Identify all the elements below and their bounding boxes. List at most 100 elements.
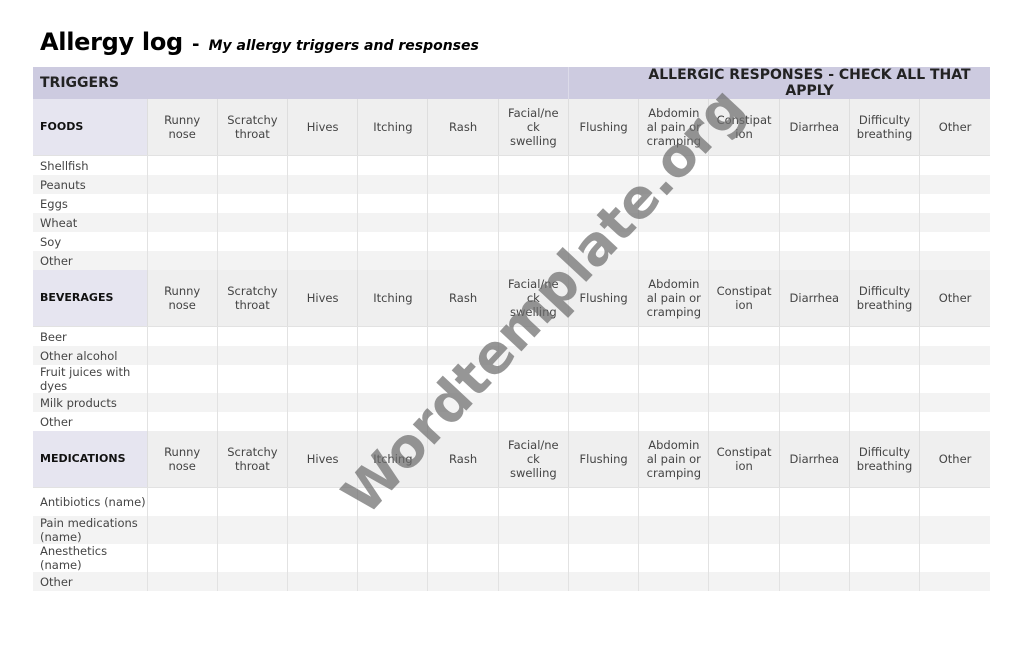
response-checkbox-cell[interactable] [778, 412, 850, 431]
response-checkbox-cell[interactable] [848, 365, 920, 393]
response-checkbox-cell[interactable] [778, 175, 850, 194]
response-checkbox-cell[interactable] [427, 365, 499, 393]
response-checkbox-cell[interactable] [919, 365, 990, 393]
response-checkbox-cell[interactable] [146, 232, 218, 251]
response-checkbox-cell[interactable] [427, 412, 499, 431]
response-checkbox-cell[interactable] [427, 213, 499, 232]
response-checkbox-cell[interactable] [216, 346, 288, 365]
response-checkbox-cell[interactable] [778, 194, 850, 213]
response-checkbox-cell[interactable] [567, 346, 639, 365]
response-checkbox-cell[interactable] [638, 155, 709, 175]
response-checkbox-cell[interactable] [708, 251, 780, 270]
response-checkbox-cell[interactable] [286, 412, 358, 431]
response-checkbox-cell[interactable] [286, 175, 358, 194]
response-checkbox-cell[interactable] [848, 213, 920, 232]
response-checkbox-cell[interactable] [216, 487, 288, 516]
response-checkbox-cell[interactable] [638, 365, 709, 393]
response-checkbox-cell[interactable] [778, 232, 850, 251]
response-checkbox-cell[interactable] [638, 346, 709, 365]
response-checkbox-cell[interactable] [286, 232, 358, 251]
response-checkbox-cell[interactable] [427, 544, 499, 572]
response-checkbox-cell[interactable] [427, 175, 499, 194]
response-checkbox-cell[interactable] [708, 544, 780, 572]
response-checkbox-cell[interactable] [286, 194, 358, 213]
response-checkbox-cell[interactable] [567, 175, 639, 194]
response-checkbox-cell[interactable] [146, 544, 218, 572]
response-checkbox-cell[interactable] [848, 487, 920, 516]
response-checkbox-cell[interactable] [848, 194, 920, 213]
response-checkbox-cell[interactable] [778, 365, 850, 393]
response-checkbox-cell[interactable] [497, 251, 569, 270]
response-checkbox-cell[interactable] [427, 516, 499, 544]
response-checkbox-cell[interactable] [286, 326, 358, 346]
response-checkbox-cell[interactable] [778, 572, 850, 591]
response-checkbox-cell[interactable] [778, 155, 850, 175]
response-checkbox-cell[interactable] [638, 175, 709, 194]
response-checkbox-cell[interactable] [638, 194, 709, 213]
response-checkbox-cell[interactable] [146, 213, 218, 232]
response-checkbox-cell[interactable] [708, 175, 780, 194]
response-checkbox-cell[interactable] [919, 175, 990, 194]
response-checkbox-cell[interactable] [286, 155, 358, 175]
response-checkbox-cell[interactable] [357, 213, 428, 232]
response-checkbox-cell[interactable] [919, 326, 990, 346]
response-checkbox-cell[interactable] [427, 487, 499, 516]
response-checkbox-cell[interactable] [427, 251, 499, 270]
response-checkbox-cell[interactable] [286, 544, 358, 572]
response-checkbox-cell[interactable] [146, 365, 218, 393]
response-checkbox-cell[interactable] [146, 251, 218, 270]
response-checkbox-cell[interactable] [357, 365, 428, 393]
response-checkbox-cell[interactable] [567, 232, 639, 251]
response-checkbox-cell[interactable] [357, 544, 428, 572]
response-checkbox-cell[interactable] [146, 194, 218, 213]
response-checkbox-cell[interactable] [146, 175, 218, 194]
response-checkbox-cell[interactable] [567, 572, 639, 591]
response-checkbox-cell[interactable] [357, 487, 428, 516]
response-checkbox-cell[interactable] [427, 232, 499, 251]
response-checkbox-cell[interactable] [146, 572, 218, 591]
response-checkbox-cell[interactable] [708, 232, 780, 251]
response-checkbox-cell[interactable] [286, 365, 358, 393]
response-checkbox-cell[interactable] [497, 194, 569, 213]
response-checkbox-cell[interactable] [216, 213, 288, 232]
response-checkbox-cell[interactable] [216, 572, 288, 591]
response-checkbox-cell[interactable] [497, 365, 569, 393]
response-checkbox-cell[interactable] [146, 393, 218, 412]
response-checkbox-cell[interactable] [216, 365, 288, 393]
response-checkbox-cell[interactable] [567, 365, 639, 393]
response-checkbox-cell[interactable] [427, 393, 499, 412]
response-checkbox-cell[interactable] [567, 412, 639, 431]
response-checkbox-cell[interactable] [216, 232, 288, 251]
response-checkbox-cell[interactable] [848, 175, 920, 194]
response-checkbox-cell[interactable] [357, 516, 428, 544]
response-checkbox-cell[interactable] [497, 346, 569, 365]
response-checkbox-cell[interactable] [567, 213, 639, 232]
response-checkbox-cell[interactable] [497, 412, 569, 431]
response-checkbox-cell[interactable] [638, 487, 709, 516]
response-checkbox-cell[interactable] [497, 544, 569, 572]
response-checkbox-cell[interactable] [919, 155, 990, 175]
response-checkbox-cell[interactable] [638, 326, 709, 346]
response-checkbox-cell[interactable] [778, 393, 850, 412]
response-checkbox-cell[interactable] [216, 544, 288, 572]
response-checkbox-cell[interactable] [286, 346, 358, 365]
response-checkbox-cell[interactable] [286, 393, 358, 412]
response-checkbox-cell[interactable] [919, 251, 990, 270]
response-checkbox-cell[interactable] [708, 412, 780, 431]
response-checkbox-cell[interactable] [848, 544, 920, 572]
response-checkbox-cell[interactable] [427, 326, 499, 346]
response-checkbox-cell[interactable] [146, 155, 218, 175]
response-checkbox-cell[interactable] [848, 516, 920, 544]
response-checkbox-cell[interactable] [638, 251, 709, 270]
response-checkbox-cell[interactable] [216, 516, 288, 544]
response-checkbox-cell[interactable] [357, 155, 428, 175]
response-checkbox-cell[interactable] [708, 155, 780, 175]
response-checkbox-cell[interactable] [567, 251, 639, 270]
response-checkbox-cell[interactable] [146, 326, 218, 346]
response-checkbox-cell[interactable] [146, 412, 218, 431]
response-checkbox-cell[interactable] [567, 326, 639, 346]
response-checkbox-cell[interactable] [146, 346, 218, 365]
response-checkbox-cell[interactable] [848, 232, 920, 251]
response-checkbox-cell[interactable] [286, 213, 358, 232]
response-checkbox-cell[interactable] [216, 326, 288, 346]
